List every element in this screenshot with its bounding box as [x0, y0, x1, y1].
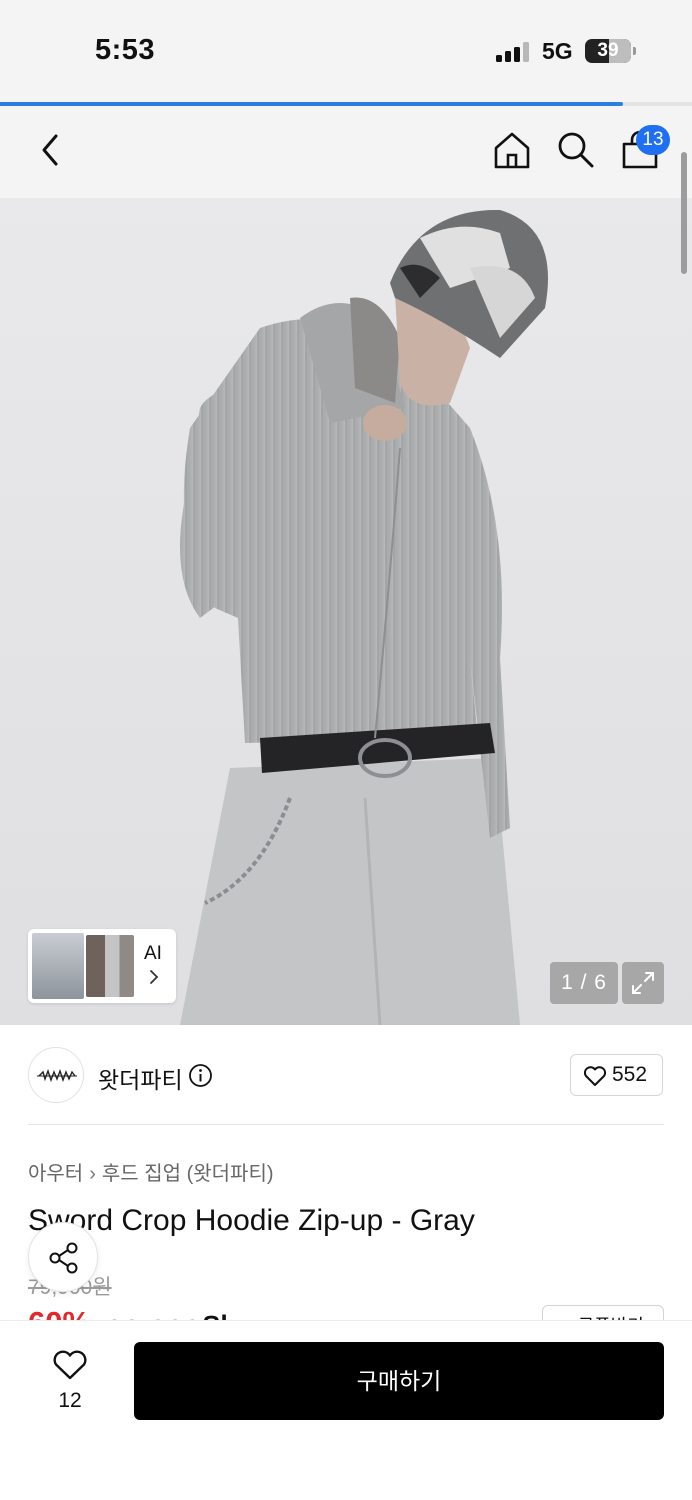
wishlist-count: 12: [58, 1389, 82, 1412]
search-button[interactable]: [554, 128, 598, 172]
heart-icon: [53, 1350, 87, 1380]
cart-count-badge: 13: [636, 125, 670, 155]
signal-bar: [514, 47, 520, 62]
ai-styling-thumbnails[interactable]: AI: [28, 929, 176, 1003]
back-button[interactable]: [28, 128, 72, 172]
product-image-gallery[interactable]: AI 1 / 6: [0, 198, 692, 1025]
buy-button[interactable]: 구매하기: [134, 1342, 664, 1420]
thumbnail-image: [32, 933, 84, 999]
chevron-right-icon: [150, 970, 159, 984]
brand-like-count: 552: [612, 1063, 648, 1086]
heart-icon: [583, 1066, 607, 1086]
thumbnail-image: [86, 935, 134, 997]
share-button[interactable]: [28, 1222, 98, 1292]
product-photo: [180, 209, 548, 1025]
signal-icon: [496, 42, 532, 62]
home-icon: [494, 132, 530, 169]
breadcrumb: 아우터 › 후드 집업 (왓더파티): [28, 1157, 274, 1186]
search-icon: [558, 132, 594, 168]
signal-bar: [496, 55, 502, 62]
product-title: Sword Crop Hoodie Zip-up - Gray: [28, 1204, 475, 1237]
expand-icon: [632, 972, 654, 994]
status-bar: 5:53 5G 39: [0, 0, 692, 104]
divider: [28, 1124, 664, 1125]
scrollbar[interactable]: [681, 152, 687, 274]
wishlist-button[interactable]: 12: [40, 1345, 100, 1415]
expand-image-button[interactable]: [622, 962, 664, 1004]
battery-icon: 39: [585, 39, 636, 63]
home-button[interactable]: [490, 128, 534, 172]
network-type: 5G: [542, 38, 573, 64]
share-icon: [49, 1242, 78, 1274]
signal-bar: [523, 42, 529, 62]
chevron-left-icon: [42, 134, 58, 166]
nav-bar: [0, 106, 692, 198]
battery-level: 39: [597, 40, 619, 61]
signal-bar: [505, 51, 511, 62]
brand-name[interactable]: 왓더파티: [98, 1061, 183, 1095]
status-time: 5:53: [95, 34, 156, 66]
ai-label: AI: [144, 943, 162, 964]
chevron-right-icon: ›: [89, 1163, 96, 1185]
image-counter: 1 / 6: [550, 962, 618, 1004]
bottom-action-bar: 12 구매하기: [0, 1320, 692, 1500]
brand-logo[interactable]: [28, 1047, 84, 1103]
breadcrumb-item-subcategory[interactable]: 후드 집업 (왓더파티): [102, 1163, 274, 1185]
brand-logo-mark: [37, 1068, 77, 1083]
brand-like-button[interactable]: 552: [570, 1054, 663, 1096]
info-icon[interactable]: [188, 1063, 213, 1088]
breadcrumb-item-category[interactable]: 아우터: [28, 1163, 83, 1185]
